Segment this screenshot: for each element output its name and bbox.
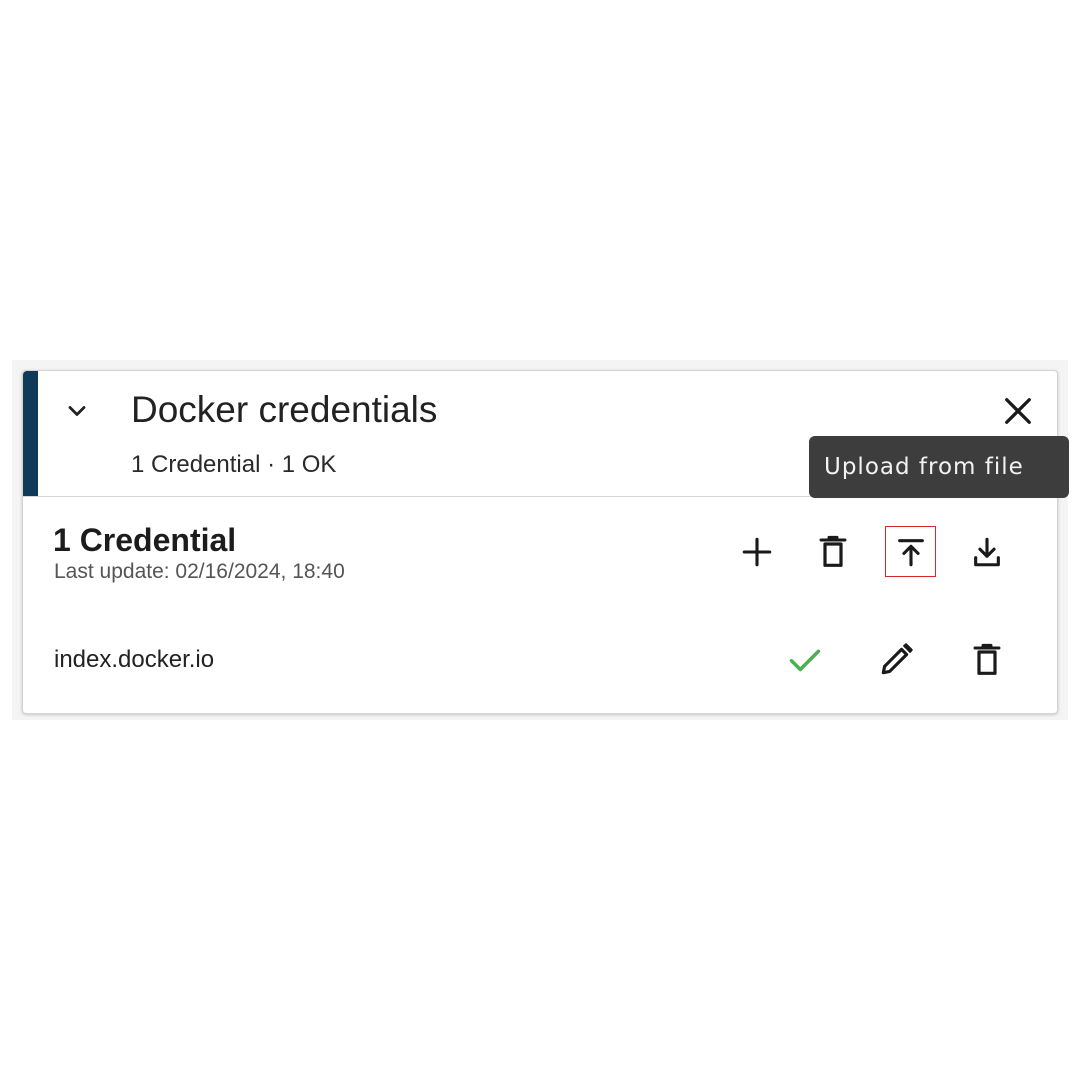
delete-icon xyxy=(973,643,1001,675)
status-ok-icon xyxy=(789,649,821,672)
delete-credential-button[interactable] xyxy=(963,636,1011,684)
accent-bar xyxy=(23,371,38,496)
upload-icon xyxy=(897,538,924,566)
add-credential-button[interactable] xyxy=(733,528,781,576)
chevron-down-icon[interactable] xyxy=(63,397,91,425)
delete-icon xyxy=(819,535,847,567)
close-icon[interactable] xyxy=(1000,393,1036,429)
download-icon xyxy=(974,537,1000,567)
add-icon xyxy=(742,537,772,567)
panel-subtitle: 1 Credential · 1 OK xyxy=(131,451,337,478)
panel-title: Docker credentials xyxy=(131,389,438,430)
check-icon xyxy=(781,636,829,684)
credentials-heading: 1 Credential xyxy=(53,522,237,558)
edit-icon xyxy=(881,643,913,675)
upload-tooltip: Upload from file xyxy=(809,436,1069,498)
last-update-text: Last update: 02/16/2024, 18:40 xyxy=(54,560,345,583)
download-button[interactable] xyxy=(963,528,1011,576)
credential-host: index.docker.io xyxy=(54,646,215,673)
edit-credential-button[interactable] xyxy=(872,636,920,684)
docker-credentials-panel: Docker credentials 1 Credential · 1 OK 1… xyxy=(22,370,1058,714)
upload-from-file-button[interactable] xyxy=(885,526,936,577)
delete-all-button[interactable] xyxy=(809,528,857,576)
